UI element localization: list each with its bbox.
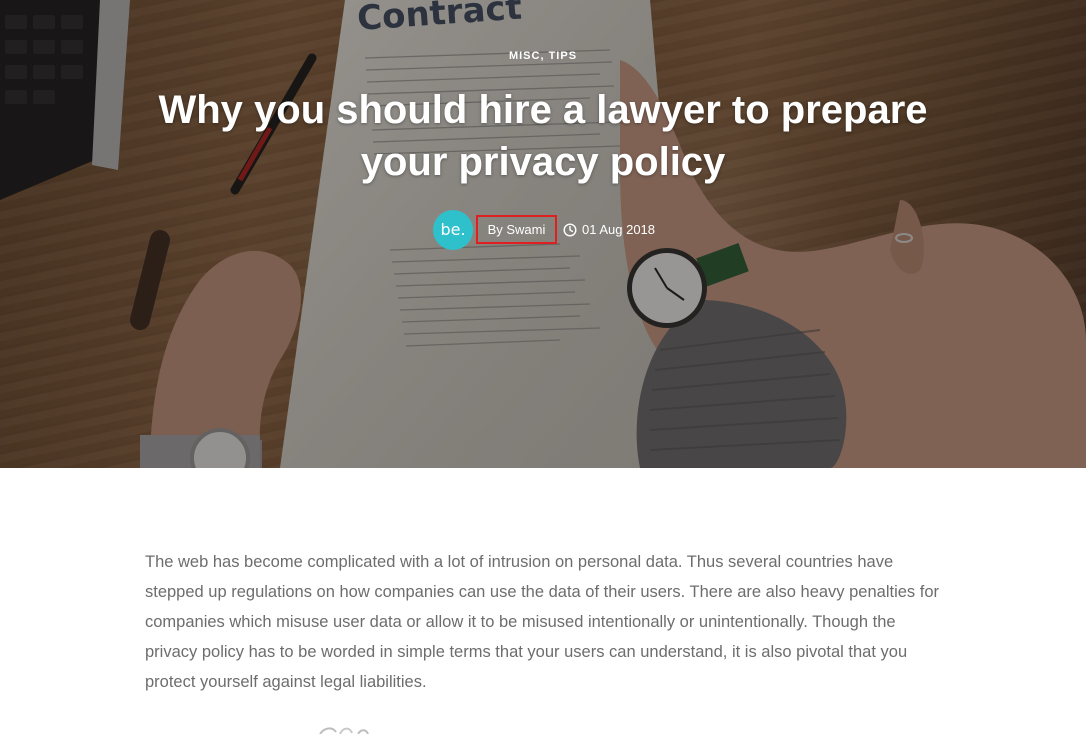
article-paragraph: The web has become complicated with a lo… xyxy=(145,553,940,691)
author-link[interactable]: By Swami xyxy=(476,215,557,244)
category-link-tips[interactable]: TIPS xyxy=(549,50,577,62)
article-image-top-edge xyxy=(319,727,369,734)
post-meta: be. By Swami 01 Aug 2018 xyxy=(0,210,1086,250)
post-date-wrap: 01 Aug 2018 xyxy=(563,220,655,240)
post-date: 01 Aug 2018 xyxy=(582,222,656,237)
category-link-misc[interactable]: MISC xyxy=(509,50,541,62)
hero-banner: Contract MISC, TIPS Why you should hire … xyxy=(0,0,1086,468)
category-separator: , xyxy=(540,50,549,62)
post-title: Why you should hire a lawyer to prepare … xyxy=(158,88,928,184)
author-avatar[interactable]: be. xyxy=(433,210,473,250)
hero-content: MISC, TIPS Why you should hire a lawyer … xyxy=(0,0,1086,468)
clock-icon xyxy=(563,223,577,237)
post-categories: MISC, TIPS xyxy=(0,50,1086,62)
